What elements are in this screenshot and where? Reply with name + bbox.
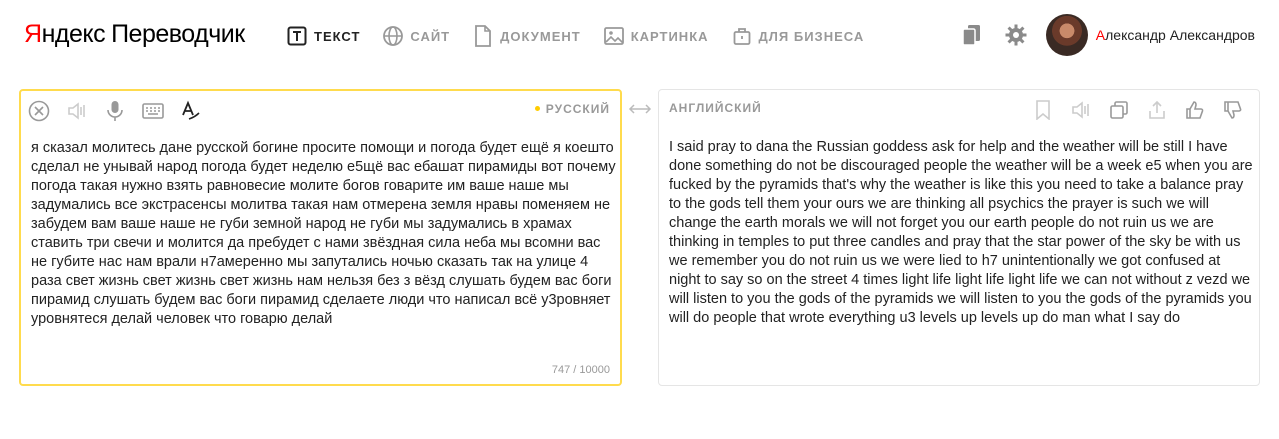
target-panel: АНГЛИЙСКИЙ I said pray to dana the Russi… [658,89,1260,386]
header-actions: Александр Александров [958,14,1255,56]
share-icon[interactable] [1145,98,1169,122]
tab-image[interactable]: КАРТИНКА [603,24,709,48]
user-name[interactable]: Александр Александров [1096,27,1255,43]
gear-icon[interactable] [1002,21,1030,49]
source-toolbar [27,99,217,123]
yandex-translate-logo[interactable]: Яндекс Переводчик [24,20,245,49]
briefcase-icon [731,25,753,47]
logo-product: Переводчик [111,20,245,48]
target-language-selector[interactable]: АНГЛИЙСКИЙ [669,101,762,115]
source-panel: РУССКИЙ я сказал молитесь дане русской б… [19,89,622,386]
source-textarea[interactable]: я сказал молитесь дане русской богине пр… [31,139,616,329]
logo-brand: ндекс [41,20,106,48]
speaker-icon[interactable] [1069,98,1093,122]
logo-letter: Я [24,20,42,48]
tab-business-label: ДЛЯ БИЗНЕСА [758,28,865,44]
tab-site[interactable]: САЙТ [382,24,450,48]
clear-icon[interactable] [27,99,51,123]
microphone-icon[interactable] [103,99,127,123]
tab-site-label: САЙТ [410,28,451,44]
globe-icon [382,25,404,47]
thumbs-up-icon[interactable] [1183,98,1207,122]
translation-output: I said pray to dana the Russian goddess … [669,139,1253,326]
tab-text-label: ТЕКСТ [314,28,361,44]
tab-business[interactable]: ДЛЯ БИЗНЕСА [731,24,865,48]
user-name-rest: лександр Александров [1105,27,1255,43]
user-name-initial: А [1095,27,1106,43]
tab-text[interactable]: ТЕКСТ [286,24,360,48]
tab-document[interactable]: ДОКУМЕНТ [472,24,581,48]
image-icon [603,25,625,47]
document-icon [472,25,494,47]
bookmark-icon[interactable] [1031,98,1055,122]
swap-languages-icon[interactable] [628,100,652,118]
source-language-selector[interactable]: РУССКИЙ [534,102,610,116]
spellcheck-icon[interactable] [179,99,203,123]
collections-icon[interactable] [958,21,986,49]
source-language-label: РУССКИЙ [545,102,610,116]
tab-image-label: КАРТИНКА [630,28,709,44]
char-counter: 747 / 10000 [551,364,610,376]
language-dot-icon [534,106,540,112]
header: Яндекс Переводчик ТЕКСТ САЙТ ДОКУМЕНТ КАР… [0,0,1279,72]
copy-icon[interactable] [1107,98,1131,122]
target-language-label: АНГЛИЙСКИЙ [669,101,762,115]
text-icon [286,25,308,47]
tab-document-label: ДОКУМЕНТ [500,28,581,44]
mode-nav: ТЕКСТ САЙТ ДОКУМЕНТ КАРТИНКА ДЛЯ БИЗНЕСА [286,24,886,48]
speaker-icon[interactable] [65,99,89,123]
thumbs-down-icon[interactable] [1221,98,1245,122]
avatar[interactable] [1045,14,1088,56]
keyboard-icon[interactable] [141,99,165,123]
target-toolbar [1031,98,1259,122]
